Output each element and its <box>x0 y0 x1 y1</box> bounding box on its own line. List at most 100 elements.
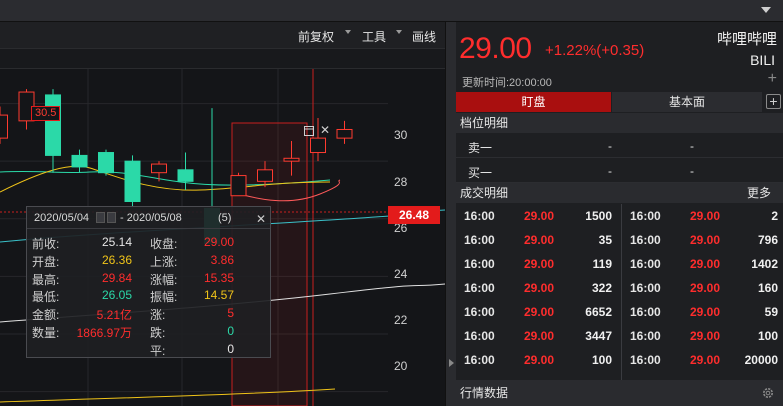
trade-row: 16:00 29.00 100 <box>622 324 783 348</box>
trades-header: 成交明细 更多 <box>456 183 783 203</box>
popup-row: 最低: 26.05 振幅: 14.57 <box>27 288 270 304</box>
trade-price: 29.00 <box>523 209 554 223</box>
popup-value: 5 <box>227 306 234 321</box>
update-time: 更新时间:20:00:00 <box>462 77 552 89</box>
trade-time: 16:00 <box>464 281 495 295</box>
popup-label: 金额: <box>32 308 60 323</box>
trade-row: 16:00 29.00 2 <box>622 204 783 228</box>
orderbook-row: 卖一 - - <box>456 133 783 158</box>
trade-price: 29.00 <box>689 233 720 247</box>
trade-volume: 1402 <box>751 257 778 271</box>
trade-row: 16:00 29.00 160 <box>622 276 783 300</box>
candle-body <box>98 152 114 174</box>
trade-time: 16:00 <box>464 233 495 247</box>
candle-body <box>124 160 141 202</box>
y-tick: 20 <box>394 359 408 373</box>
trade-volume: 59 <box>764 305 778 319</box>
popup-close-icon[interactable]: ✕ <box>256 212 266 226</box>
trade-time: 16:00 <box>630 305 661 319</box>
trade-volume: 322 <box>591 281 612 295</box>
popup-value: 29.84 <box>101 270 132 285</box>
collapse-gutter[interactable] <box>445 22 456 406</box>
stock-name: 哔哩哔哩 <box>716 31 777 48</box>
trade-time: 16:00 <box>630 209 661 223</box>
candle-body <box>283 157 300 162</box>
trade-row: 16:00 29.00 20000 <box>622 348 783 372</box>
trade-volume: 100 <box>591 353 612 367</box>
popup-value: 26.36 <box>101 252 132 267</box>
candle-body <box>45 94 61 156</box>
y-tick: 28 <box>394 175 408 189</box>
popup-value: 14.57 <box>203 288 234 303</box>
popup-value: 3.86 <box>210 252 234 267</box>
quote-panel: 29.00 +1.22%(+0.35) 哔哩哔哩 BILI 更新时间:20:00… <box>456 22 783 406</box>
expand-arrow-icon[interactable] <box>449 359 454 367</box>
trade-price: 29.00 <box>689 305 720 319</box>
add-tab-icon[interactable]: + <box>766 94 781 109</box>
stock-code: BILI <box>750 52 775 68</box>
orderbook-row: 买一 - - <box>456 158 783 183</box>
orderbook-side: 买一 <box>468 166 493 180</box>
trade-volume: 160 <box>757 281 778 295</box>
candle-body <box>0 114 8 139</box>
tab-basic[interactable]: 基本面 <box>612 92 762 112</box>
gear-icon[interactable] <box>761 386 775 400</box>
next-arrow-icon[interactable] <box>107 212 116 223</box>
popup-label: 最低: <box>32 290 60 305</box>
candle-body <box>71 154 88 168</box>
orderbook-side: 卖一 <box>468 141 493 155</box>
trade-time: 16:00 <box>630 233 661 247</box>
dropdown-arrow-icon[interactable] <box>761 7 771 13</box>
chart-pane: 前复权 工具 画线 30.5 30 28 26 24 22 20 26.48 ✕ <box>0 22 445 406</box>
trade-row: 16:00 29.00 6652 <box>456 300 619 324</box>
panel-tabs: 盯盘 基本面 + <box>456 92 783 113</box>
maximize-icon[interactable] <box>304 126 314 136</box>
trade-time: 16:00 <box>464 257 495 271</box>
high-label: 30.5 <box>31 106 61 121</box>
trade-volume: 35 <box>598 233 612 247</box>
candle-body <box>310 137 326 154</box>
trade-price: 29.00 <box>689 329 720 343</box>
tab-watch[interactable]: 盯盘 <box>456 92 611 112</box>
date-to: - 2020/05/08 <box>120 212 182 224</box>
candle-body <box>177 169 194 182</box>
current-price-tag: 26.48 <box>388 206 440 224</box>
popup-label: 数量: <box>32 326 60 340</box>
prev-arrow-icon[interactable] <box>96 212 105 223</box>
candle <box>0 106 8 144</box>
close-icon[interactable]: ✕ <box>320 123 330 137</box>
candle <box>336 120 353 144</box>
popup-value: 26.05 <box>101 288 132 303</box>
trade-price: 29.00 <box>689 257 720 271</box>
trade-price: 29.00 <box>523 329 554 343</box>
popup-label: 跌: <box>150 326 166 340</box>
trade-price: 29.00 <box>523 257 554 271</box>
orderbook-vol: - <box>690 164 694 178</box>
candle <box>124 155 141 208</box>
candle <box>45 89 61 173</box>
last-price: 29.00 <box>459 32 532 65</box>
day-count: (5) <box>218 212 232 224</box>
popup-row: 数量: 1866.97万 跌: 0 <box>27 324 270 340</box>
more-link[interactable]: 更多 <box>747 183 771 203</box>
trade-row: 16:00 29.00 796 <box>622 228 783 252</box>
trade-volume: 100 <box>757 329 778 343</box>
popup-value: 1866.97万 <box>76 326 132 340</box>
trade-row: 16:00 29.00 322 <box>456 276 619 300</box>
price-change: +1.22%(+0.35) <box>545 42 645 59</box>
candle-body <box>336 128 353 139</box>
candle-body <box>257 169 273 182</box>
popup-value: 25.14 <box>101 235 132 249</box>
trade-row: 16:00 29.00 1500 <box>456 204 619 228</box>
trade-volume: 119 <box>592 257 612 271</box>
popup-value: 29.00 <box>203 235 234 249</box>
candle-body <box>230 175 247 197</box>
trade-time: 16:00 <box>630 257 661 271</box>
popup-label: 最高: <box>32 272 60 287</box>
orderbook-price: - <box>608 139 612 153</box>
trade-row: 16:00 29.00 1402 <box>622 252 783 276</box>
add-watchlist-icon[interactable]: + <box>768 70 777 88</box>
orderbook-header: 档位明细 <box>456 113 783 133</box>
trade-volume: 3447 <box>585 329 612 343</box>
candle <box>230 172 247 197</box>
